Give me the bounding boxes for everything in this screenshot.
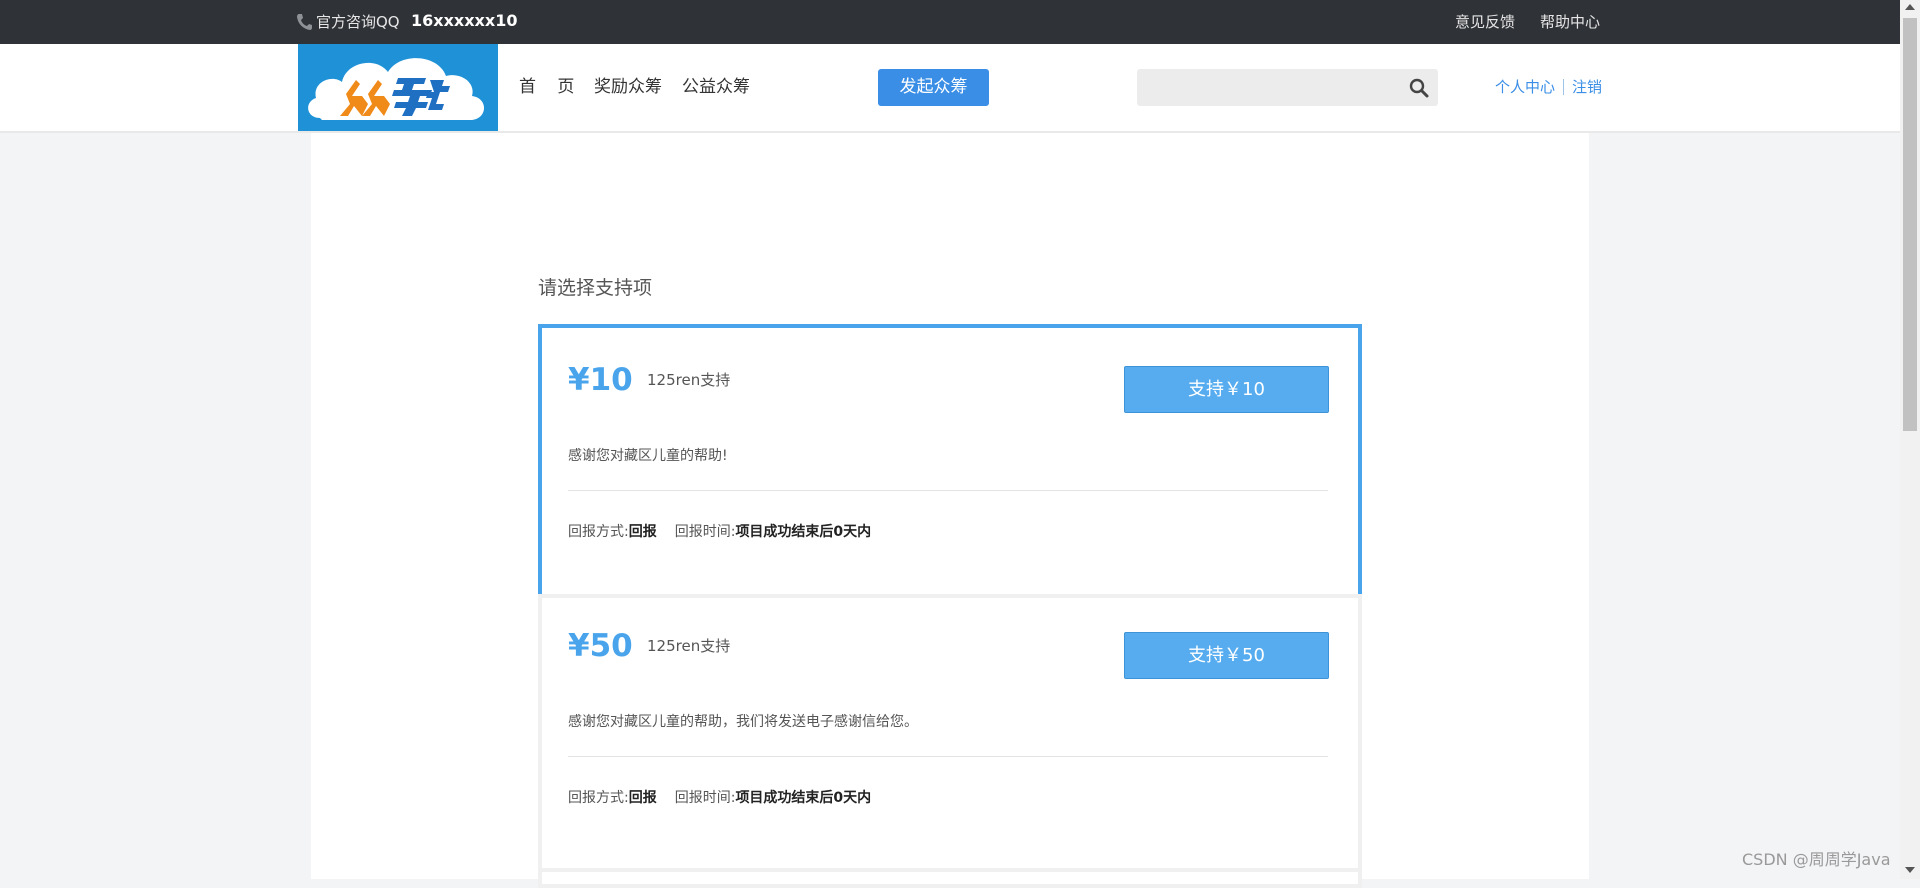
launch-crowdfunding-button[interactable]: 发起众筹 [878,69,989,106]
watermark: CSDN @周周学Java [1742,850,1891,869]
reward-backers-count: 125ren支持 [647,637,731,655]
reward-description: 感谢您对藏区儿童的帮助! [568,448,728,464]
section-title: 请选择支持项 [538,277,653,299]
nav-home[interactable]: 首 页 [519,75,582,99]
return-method-value: 回报 [628,790,657,806]
logout-link[interactable]: 注销 [1572,77,1602,97]
reward-option[interactable] [538,868,1362,888]
reward-backers-count: 125ren支持 [647,371,731,389]
site-logo[interactable] [298,44,498,131]
reward-divider [568,756,1328,757]
reward-meta: 回报方式:回报 回报时间:项目成功结束后0天内 [568,788,871,808]
vertical-scrollbar[interactable] [1900,0,1920,879]
support-button[interactable]: 支持￥50 [1124,632,1329,679]
search-box [1137,69,1438,106]
search-input[interactable] [1137,69,1407,106]
nav-public-welfare-crowdfunding[interactable]: 公益众筹 [682,75,750,99]
reward-description: 感谢您对藏区儿童的帮助，我们将发送电子感谢信给您。 [568,714,918,730]
return-time-label: 回报时间: [674,790,736,806]
cloud-logo-icon [308,58,484,120]
qq-number: 16xxxxxx10 [411,11,518,30]
qq-consult-label: 官方咨询QQ [316,13,400,31]
return-time-label: 回报时间: [674,524,736,540]
scroll-thumb[interactable] [1903,18,1917,431]
support-button[interactable]: 支持￥10 [1124,366,1329,413]
scroll-up-icon[interactable] [1905,4,1915,10]
reward-price: ¥10 [568,362,633,398]
return-method-label: 回报方式: [568,790,629,806]
return-method-value: 回报 [628,524,657,540]
top-bar: 官方咨询QQ 16xxxxxx10 意见反馈 帮助中心 [0,0,1900,44]
nav-reward-crowdfunding[interactable]: 奖励众筹 [594,75,662,99]
search-icon[interactable] [1408,77,1430,99]
help-center-link[interactable]: 帮助中心 [1540,12,1600,32]
return-time-value: 项目成功结束后0天内 [735,524,872,540]
link-divider [1563,79,1564,95]
reward-option[interactable]: ¥50 125ren支持 支持￥50 感谢您对藏区儿童的帮助，我们将发送电子感谢… [538,594,1362,872]
reward-meta: 回报方式:回报 回报时间:项目成功结束后0天内 [568,522,871,542]
return-method-label: 回报方式: [568,524,629,540]
reward-option[interactable]: ¥10 125ren支持 支持￥10 感谢您对藏区儿童的帮助! 回报方式:回报回… [538,324,1362,598]
phone-icon [297,14,312,30]
return-time-value: 项目成功结束后0天内 [735,790,872,806]
reward-divider [568,490,1328,491]
user-center-link[interactable]: 个人中心 [1495,77,1555,97]
feedback-link[interactable]: 意见反馈 [1455,12,1515,32]
scroll-down-icon[interactable] [1905,867,1915,873]
reward-price: ¥50 [568,628,633,664]
header: 首 页 奖励众筹 公益众筹 发起众筹 个人中心 注销 [0,44,1900,133]
